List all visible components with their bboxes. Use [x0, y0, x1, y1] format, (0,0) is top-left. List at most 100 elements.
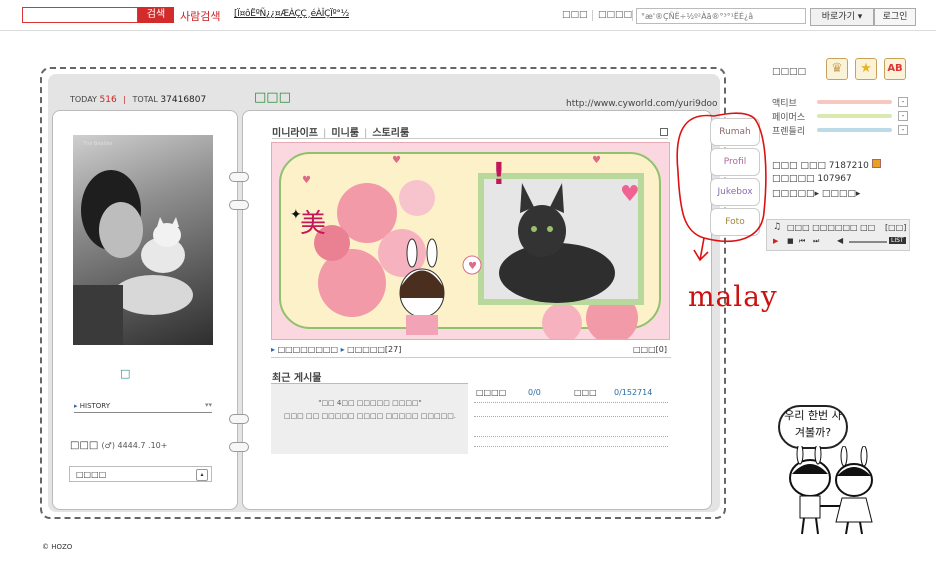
info-row-2: □□□□□ 107967	[772, 174, 852, 184]
svg-text:♥: ♥	[592, 155, 601, 166]
visit-counter: TODAY 516 | TOTAL 37416807	[70, 95, 206, 105]
search-button[interactable]: 검색	[138, 7, 174, 23]
chevron-down-icon: ▾▾	[204, 401, 212, 409]
top-menu-item-1[interactable]: □□□	[562, 9, 588, 22]
exclamation-icon: !	[492, 157, 506, 192]
banner-hanja: 美	[300, 209, 327, 239]
bar-label-famous: 페이머스	[772, 113, 806, 123]
svg-text:♥: ♥	[302, 175, 311, 186]
profile-status-text: □	[120, 367, 131, 380]
triangle-icon: ▸	[340, 345, 345, 354]
stat-label-2[interactable]: □□□	[574, 388, 597, 397]
links-divider	[271, 357, 671, 358]
bar-label-friendly: 프렌들리	[772, 127, 806, 137]
minus-icon[interactable]: -	[898, 125, 908, 135]
svg-text:♥: ♥	[392, 155, 401, 166]
today-label: TODAY	[70, 95, 97, 104]
minus-icon[interactable]: -	[898, 97, 908, 107]
music-player: ♫ □□□ □□□□□□ □□ [□□] ▶ ■ ⏮ ⏭ ◀ LIST	[766, 219, 910, 251]
copyright-text: © HOZO	[42, 543, 73, 551]
info-value-1: 7187210	[828, 161, 869, 171]
bar-famous	[817, 114, 892, 118]
stat-value-1: 0/0	[528, 388, 541, 397]
expand-icon[interactable]	[660, 128, 668, 136]
player-title: □□□ □□□□□□ □□	[787, 223, 876, 232]
bar-active	[817, 100, 892, 104]
ab-icon[interactable]: AB	[884, 58, 906, 80]
minus-icon[interactable]: -	[898, 111, 908, 121]
binder-ring	[229, 414, 249, 424]
top-divider	[592, 10, 593, 21]
owner-name: □□□ (♂) 4444.7 .10+	[70, 440, 167, 451]
goto-select[interactable]: 바로가기 ▾	[810, 8, 874, 26]
counter-divider: |	[123, 95, 126, 104]
speech-bubble: 우리 한번 사겨볼까?	[778, 405, 848, 449]
owner-name-text: □□□	[70, 440, 99, 451]
svg-text:♥: ♥	[620, 182, 640, 207]
binder-ring	[229, 200, 249, 210]
miniroom-art: ♥ ♥ ♥ ♥ ♥ ✦	[279, 152, 661, 339]
cartoon-couple	[789, 446, 873, 535]
badge-icon	[871, 159, 881, 168]
play-icon[interactable]: ▶	[773, 237, 778, 245]
bar-friendly	[817, 128, 892, 132]
people-search-link[interactable]: 사람검색	[180, 8, 220, 24]
board-link-1[interactable]: □□□□□□□□	[278, 345, 338, 354]
stop-icon[interactable]: ■	[787, 237, 794, 245]
top-menu-item-2[interactable]: □□□□	[598, 9, 632, 22]
next-icon[interactable]: ⏭	[813, 237, 819, 246]
chevron-up-icon: ▴	[196, 469, 208, 481]
stat-row	[474, 436, 668, 447]
left-select[interactable]: □□□□ ▴	[69, 466, 212, 482]
binder-ring	[229, 172, 249, 182]
volume-icon[interactable]: ◀	[837, 236, 843, 245]
stat-row	[474, 406, 668, 417]
nav-divider	[272, 138, 668, 139]
sidebar-title: □□□□	[772, 67, 807, 77]
annotation-text: malay	[688, 280, 778, 313]
list-button[interactable]: LIST	[889, 237, 906, 244]
owner-details: (♂) 4444.7 .10+	[101, 441, 168, 450]
total-value: 37416807	[160, 95, 207, 105]
board-links-row: ▸ □□□□□□□□ ▸ □□□□□[27] □□□[0]	[271, 345, 671, 357]
triangle-icon: ▸	[271, 345, 276, 354]
login-button[interactable]: 로그인	[874, 8, 916, 26]
quick-search-field[interactable]: °æ'®ÇÑË÷½º²Àã®°³°¹ËÉ¿â	[636, 8, 806, 24]
total-label: TOTAL	[132, 95, 158, 104]
miniroom-banner: ♥ ♥ ♥ ♥ ♥ ✦ 美 !	[271, 142, 670, 340]
page-title: □□□	[254, 90, 291, 105]
star-icon[interactable]: ★	[855, 58, 877, 80]
top-link[interactable]: [Ï¤ôËºÑ¿¿¤ÆÀÇÇ¸éÀÎÇÏº°½	[234, 9, 349, 19]
svg-text:♥: ♥	[468, 261, 477, 272]
search-input[interactable]	[22, 7, 138, 23]
sidebar-links[interactable]: □□□□□▸ □□□□▸	[772, 189, 860, 199]
red-annotation	[676, 112, 767, 262]
board-link-3[interactable]: □□□[0]	[633, 345, 667, 354]
trophy-icon[interactable]: ♛	[826, 58, 848, 80]
info-value-2: 107967	[817, 174, 852, 184]
recent-posts-text: "□□ 4□□ □□□□□ □□□□" □□□ □□ □□□□□ □□□□ □□…	[276, 397, 464, 423]
binder-ring	[229, 442, 249, 452]
profile-photo	[73, 135, 213, 345]
volume-slider[interactable]	[849, 241, 887, 243]
prev-icon[interactable]: ⏮	[799, 237, 805, 246]
history-dropdown[interactable]: ▸ HISTORY ▾▾	[74, 401, 212, 413]
board-link-2[interactable]: □□□□□[27]	[347, 345, 401, 354]
recent-line-1: "□□ 4□□ □□□□□ □□□□"	[318, 399, 422, 407]
photo-caption: The Beatles	[83, 141, 113, 147]
history-label: HISTORY	[79, 402, 110, 410]
recent-line-2: □□□ □□ □□□□□ □□□□ □□□□□ □□□□□.	[283, 412, 457, 420]
left-select-label: □□□□	[76, 470, 107, 479]
stat-value-2: 0/152714	[614, 388, 653, 397]
bar-label-active: 액티브	[772, 99, 797, 109]
stat-label-1[interactable]: □□□□	[476, 388, 506, 397]
profile-photo-art	[73, 170, 193, 345]
stat-row: □□□□ 0/0 □□□ 0/152714	[474, 386, 668, 403]
top-divider	[632, 10, 633, 21]
info-row-1: □□□ □□□ 7187210	[772, 159, 881, 171]
player-tag: [□□]	[885, 223, 907, 232]
homepage-url[interactable]: http://www.cyworld.com/yuri9doo	[566, 99, 718, 109]
main-nav: 미니라이프 | 미니룸 | 스토리룸	[272, 124, 409, 139]
info-label-2: □□□□□	[772, 174, 815, 184]
today-value: 516	[99, 95, 117, 105]
